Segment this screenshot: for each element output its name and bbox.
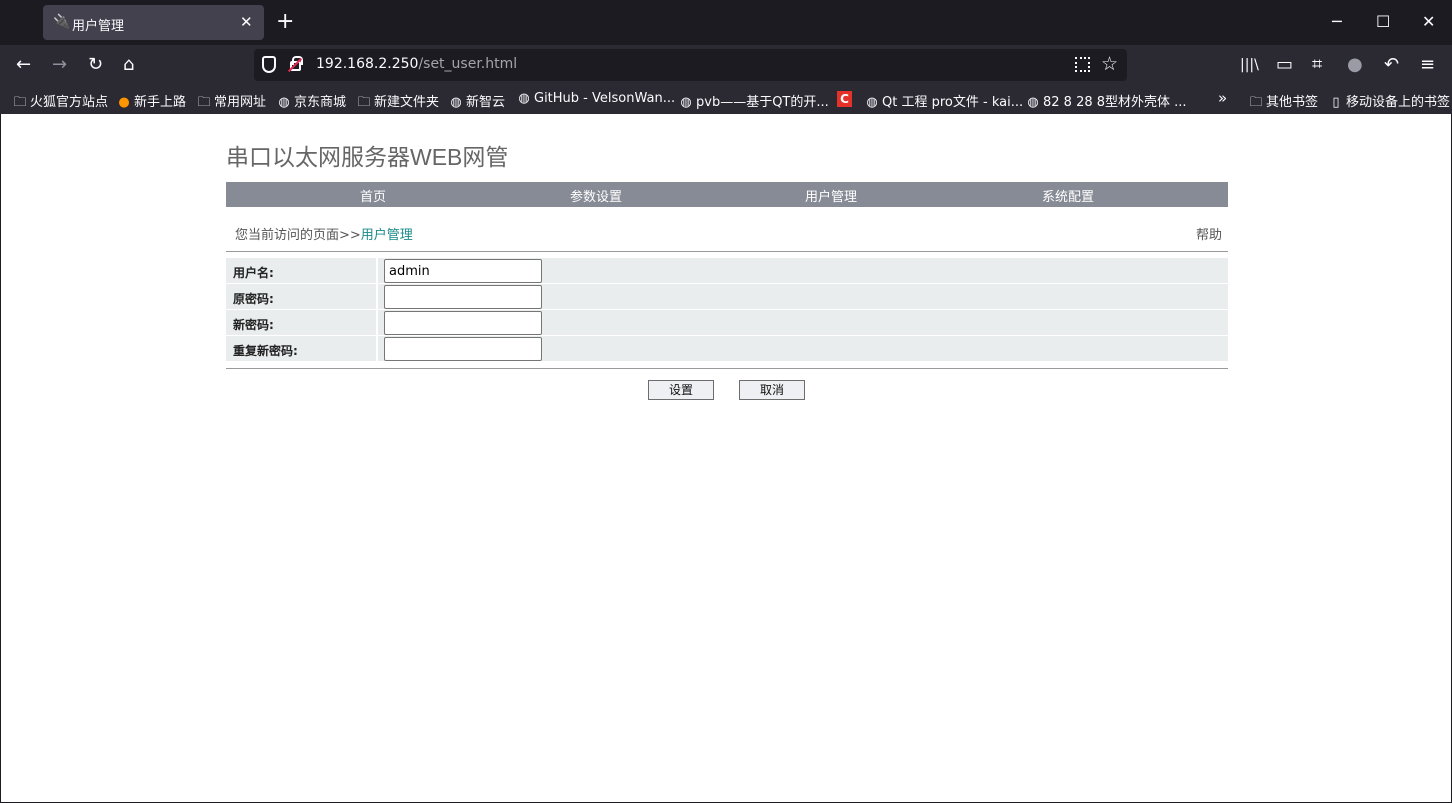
navigation-bar: ← → ↻ ⌂ 192.168.2.250/set_user.html ☆ ||… [0, 45, 1452, 86]
close-tab-icon[interactable]: ✕ [240, 13, 253, 31]
sidebar-icon[interactable]: ▭ [1276, 55, 1293, 75]
form-cell [378, 336, 1228, 361]
divider [226, 368, 1228, 369]
globe-icon: ◍ [518, 91, 530, 106]
bookmark-item[interactable]: ◍ pvb——基于QT的开... [678, 91, 828, 110]
form-cell [378, 310, 1228, 335]
chevron-more-icon[interactable]: » [1218, 89, 1227, 107]
form-cell [378, 258, 1228, 283]
firefox-icon: ● [118, 95, 130, 110]
bookmark-item[interactable]: ◍ 82 8 28 8型材外壳体 ... [1025, 91, 1186, 110]
globe-icon: ◍ [450, 95, 462, 110]
bookmark-star-icon[interactable]: ☆ [1101, 53, 1118, 75]
library-icon[interactable]: |||\ [1240, 55, 1259, 75]
menu-item-home[interactable]: 首页 [303, 186, 443, 205]
globe-icon: ◍ [680, 95, 692, 110]
form-row-new-password: 新密码: [226, 310, 1228, 336]
bookmark-item[interactable]: C [837, 91, 854, 107]
help-link[interactable]: 帮助 [1196, 224, 1222, 243]
csdn-icon: C [837, 91, 852, 107]
browser-tab[interactable]: 🔌 用户管理 ✕ [43, 5, 264, 40]
folder-icon: 🗀 [197, 95, 211, 110]
old-password-input[interactable] [384, 285, 542, 309]
mobile-icon: ▯ [1332, 95, 1340, 110]
globe-icon: ◍ [866, 95, 878, 110]
page-title: 串口以太网服务器WEB网管 [226, 144, 509, 170]
url-path: /set_user.html [418, 56, 518, 72]
username-label: 用户名: [226, 258, 376, 283]
folder-icon: 🗀 [1249, 95, 1263, 110]
repeat-password-input[interactable] [384, 337, 542, 361]
new-password-label: 新密码: [226, 310, 376, 335]
bookmark-item[interactable]: 🗀 火狐官方站点 [12, 91, 108, 115]
new-tab-icon[interactable]: + [276, 11, 294, 33]
close-window-icon[interactable]: ✕ [1422, 12, 1435, 32]
tracking-shield-icon[interactable] [262, 56, 276, 73]
bookmark-item[interactable]: 🗀 新建文件夹 [356, 91, 439, 115]
home-icon[interactable]: ⌂ [123, 55, 134, 75]
breadcrumb-current[interactable]: 用户管理 [361, 228, 413, 243]
mobile-bookmarks[interactable]: ▯ 移动设备上的书签 [1328, 91, 1450, 110]
menu-item-parameters[interactable]: 参数设置 [526, 186, 666, 205]
bookmark-item[interactable]: ◍ 新智云 [448, 91, 505, 110]
divider [226, 251, 1228, 252]
old-password-label: 原密码: [226, 284, 376, 309]
menu-item-users[interactable]: 用户管理 [761, 186, 901, 205]
form-row-username: 用户名: [226, 258, 1228, 284]
maximize-icon[interactable]: ☐ [1376, 12, 1390, 32]
bookmark-item[interactable]: ● 新手上路 [116, 91, 186, 110]
cancel-button[interactable]: 取消 [739, 380, 805, 400]
submit-button[interactable]: 设置 [648, 380, 714, 400]
url-text[interactable]: 192.168.2.250/set_user.html [316, 56, 517, 72]
bookmark-item[interactable]: 🗀 常用网址 [196, 91, 266, 115]
tab-title: 用户管理 [72, 19, 125, 34]
main-menu: 首页 参数设置 用户管理 系统配置 [226, 182, 1228, 207]
bookmark-item[interactable]: ◍ GitHub - VelsonWan... [516, 91, 675, 106]
forward-icon[interactable]: → [52, 55, 67, 75]
undo-icon[interactable]: ↶ [1384, 55, 1399, 75]
menu-icon[interactable]: ≡ [1420, 55, 1435, 75]
globe-icon: ◍ [278, 95, 290, 110]
tab-bar: 🔌 用户管理 ✕ + ─ ☐ ✕ [0, 0, 1452, 45]
form-row-repeat-password: 重复新密码: [226, 336, 1228, 362]
repeat-password-label: 重复新密码: [226, 336, 376, 361]
qr-code-icon[interactable] [1075, 57, 1090, 72]
crop-screenshot-icon[interactable]: ⌗ [1312, 55, 1322, 75]
globe-icon: ◍ [1027, 95, 1039, 110]
form-row-old-password: 原密码: [226, 284, 1228, 310]
extension-icon[interactable]: ● [1347, 55, 1363, 75]
back-icon[interactable]: ← [16, 55, 31, 75]
bookmarks-toolbar: 🗀 火狐官方站点 ● 新手上路 🗀 常用网址 ◍ 京东商城 🗀 新建文件夹 ◍ 新智云 ◍ G… [0, 86, 1452, 114]
bookmark-item[interactable]: ◍ Qt 工程 pro文件 - kai... [864, 91, 1023, 110]
username-input[interactable] [384, 259, 542, 283]
minimize-icon[interactable]: ─ [1332, 12, 1342, 32]
folder-icon: 🗀 [357, 95, 371, 110]
plug-icon: 🔌 [53, 14, 71, 30]
page-viewport: 串口以太网服务器WEB网管 首页 参数设置 用户管理 系统配置 您当前访问的页面… [1, 114, 1451, 802]
url-host: 192.168.2.250 [316, 56, 419, 72]
breadcrumb: 您当前访问的页面>>用户管理 [235, 224, 413, 243]
bookmark-item[interactable]: ◍ 京东商城 [276, 91, 346, 110]
new-password-input[interactable] [384, 311, 542, 335]
other-bookmarks[interactable]: 🗀 其他书签 [1248, 91, 1318, 115]
form-cell [378, 284, 1228, 309]
menu-item-system[interactable]: 系统配置 [998, 186, 1138, 205]
address-bar[interactable]: 192.168.2.250/set_user.html ☆ [254, 49, 1127, 81]
breadcrumb-prefix: 您当前访问的页面>> [235, 228, 361, 243]
reload-icon[interactable]: ↻ [88, 55, 103, 75]
user-form: 用户名: 原密码: 新密码: 重复新密码: [226, 258, 1228, 362]
folder-icon: 🗀 [13, 95, 27, 110]
